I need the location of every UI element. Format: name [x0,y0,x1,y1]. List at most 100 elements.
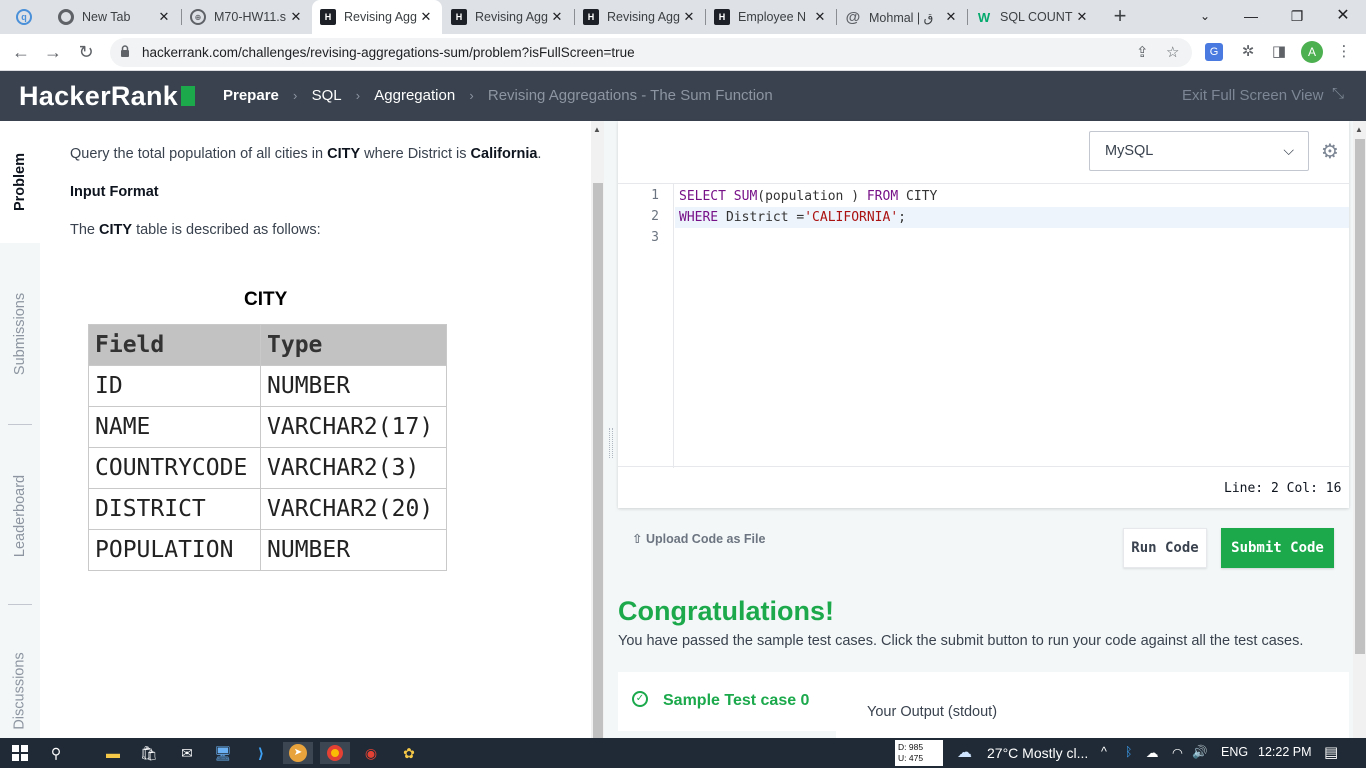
tab-discussions[interactable]: Discussions [0,631,40,751]
tab-sql-count[interactable]: W SQL COUNT ✕ [968,0,1098,34]
address-bar[interactable]: hackerrank.com/challenges/revising-aggre… [110,38,1192,67]
tab-employee[interactable]: H Employee N ✕ [706,0,836,34]
breadcrumb-aggregation[interactable]: Aggregation [374,87,455,104]
search-icon[interactable]: ⚲ [45,742,67,764]
collapse-icon[interactable]: ⤡ [1332,85,1344,102]
close-window-button[interactable]: ✕ [1320,0,1366,34]
chevron-right-icon: › [469,88,474,103]
weather-cloud-icon[interactable]: ☁ [957,743,972,761]
drag-handle-icon[interactable] [609,428,613,458]
back-arrow-icon[interactable]: ← [9,40,33,64]
volume-icon[interactable]: 🔊 [1192,745,1208,760]
new-tab-button[interactable]: + [1108,5,1132,29]
close-tab-icon[interactable]: ✕ [418,9,434,25]
table-title: CITY [244,289,288,310]
wifi-icon[interactable]: ◠ [1172,745,1183,760]
language-indicator[interactable]: ENG [1221,745,1248,759]
telegram-icon[interactable]: ➤ [283,742,313,764]
forward-arrow-icon[interactable]: → [41,40,65,64]
weather-text[interactable]: 27°C Mostly cl... [987,745,1088,761]
at-icon: @ [845,8,861,26]
upload-code-link[interactable]: ⇧ Upload Code as File [632,531,765,546]
statement-text: . [537,146,542,162]
share-icon[interactable]: ⇪ [1136,43,1149,61]
divider [8,604,32,605]
scroll-up-arrow-icon[interactable]: ▲ [1355,125,1363,134]
breadcrumb-sql[interactable]: SQL [312,87,342,104]
city-schema-table: Field Type ID NUMBER NAME VARCHAR2(17) C… [88,324,447,571]
file-explorer-icon[interactable]: ▬ [102,742,124,764]
problem-scrollbar[interactable]: ▲ [591,121,604,738]
tab-mohmal[interactable]: @ Mohmal | ق ✕ [837,0,967,34]
bookmark-star-icon[interactable]: ☆ [1166,43,1179,61]
breadcrumb-prepare[interactable]: Prepare [223,87,279,104]
field-cell: NAME [88,406,261,448]
windows-start-icon[interactable] [9,742,31,764]
chevron-up-icon[interactable]: ^ [1101,745,1107,759]
tab-qwant[interactable]: q [8,0,48,34]
tab-leaderboard[interactable]: Leaderboard [0,451,40,581]
tab-submissions[interactable]: Submissions [0,271,40,396]
extensions-puzzle-icon[interactable]: ✲ [1237,41,1259,63]
onedrive-cloud-icon[interactable]: ☁ [1146,745,1159,760]
language-select[interactable]: MySQL ⌵ [1089,131,1309,171]
close-tab-icon[interactable]: ✕ [156,9,172,25]
scrollbar-thumb[interactable] [1355,139,1365,654]
app-icon[interactable]: ◉ [360,742,382,764]
table-row: POPULATION NUMBER [88,529,447,571]
lock-icon[interactable] [120,45,130,58]
restore-button[interactable]: ❐ [1274,0,1320,34]
run-code-button[interactable]: Run Code [1123,528,1207,568]
vscode-icon[interactable]: ⟩ [250,742,272,764]
close-tab-icon[interactable]: ✕ [943,9,959,25]
notification-icon[interactable]: ▤ [1324,743,1338,761]
pane-splitter[interactable] [604,121,618,738]
close-tab-icon[interactable]: ✕ [812,9,828,25]
code-editor[interactable]: 1 2 3 SELECT SUM(population ) FROM CITY … [618,183,1349,468]
close-tab-icon[interactable]: ✕ [288,9,304,25]
more-menu-icon[interactable]: ⋮ [1333,41,1355,63]
breadcrumb: Prepare › SQL › Aggregation › Revising A… [223,87,773,104]
submit-code-button[interactable]: Submit Code [1221,528,1334,568]
tab-problem[interactable]: Problem [0,121,40,243]
google-translate-icon[interactable]: G [1205,43,1223,61]
settings-gear-icon[interactable]: ⚙ [1321,139,1339,164]
exit-fullscreen-link[interactable]: Exit Full Screen View [1182,87,1323,104]
side-panel-icon[interactable]: ◨ [1268,41,1290,63]
tab-revising-agg-3[interactable]: H Revising Agg ✕ [575,0,705,34]
problem-statement: Query the total population of all cities… [70,146,541,162]
tab-search-chevron-icon[interactable]: ⌄ [1182,0,1228,34]
test-case-tab[interactable]: Sample Test case 0 [663,692,809,710]
code-line-1[interactable]: SELECT SUM(population ) FROM CITY [675,186,1349,207]
reload-icon[interactable]: ↻ [74,40,98,64]
table-row: COUNTRYCODE VARCHAR2(3) [88,447,447,489]
code-line-2[interactable]: WHERE District ='CALIFORNIA'; [675,207,1349,228]
tab-m70[interactable]: ⊕ M70-HW11.s ✕ [182,0,312,34]
hackerrank-icon: H [320,9,336,25]
app-icon[interactable]: ✿ [398,742,420,764]
scroll-up-arrow-icon[interactable]: ▲ [593,125,601,134]
clock[interactable]: 12:22 PM [1258,745,1312,759]
monitor-icon[interactable]: 🖥 [212,742,234,764]
store-icon[interactable]: 🛍 [138,742,160,764]
bluetooth-icon[interactable]: ᛒ [1125,745,1133,759]
mail-icon[interactable]: ✉ [176,742,198,764]
tab-new-tab[interactable]: New Tab ✕ [50,0,180,34]
profile-avatar[interactable]: A [1301,41,1323,63]
tab-revising-agg-active[interactable]: H Revising Agg ✕ [312,0,442,34]
scrollbar-thumb[interactable] [593,183,603,738]
tab-revising-agg-2[interactable]: H Revising Agg ✕ [443,0,573,34]
editor-scrollbar[interactable]: ▲ [1353,121,1366,738]
minimize-button[interactable]: — [1228,0,1274,34]
type-cell: NUMBER [260,529,447,571]
hackerrank-logo[interactable]: HackerRank [19,81,196,112]
code-line-3[interactable] [675,228,1349,249]
chrome-taskbar-icon[interactable] [320,742,350,764]
side-tabs: Problem Submissions Leaderboard Discussi… [0,121,40,738]
close-tab-icon[interactable]: ✕ [681,9,697,25]
divider [8,424,32,425]
type-cell: VARCHAR2(3) [260,447,447,489]
close-tab-icon[interactable]: ✕ [1074,9,1090,25]
line-number: 2 [651,209,659,224]
close-tab-icon[interactable]: ✕ [549,9,565,25]
